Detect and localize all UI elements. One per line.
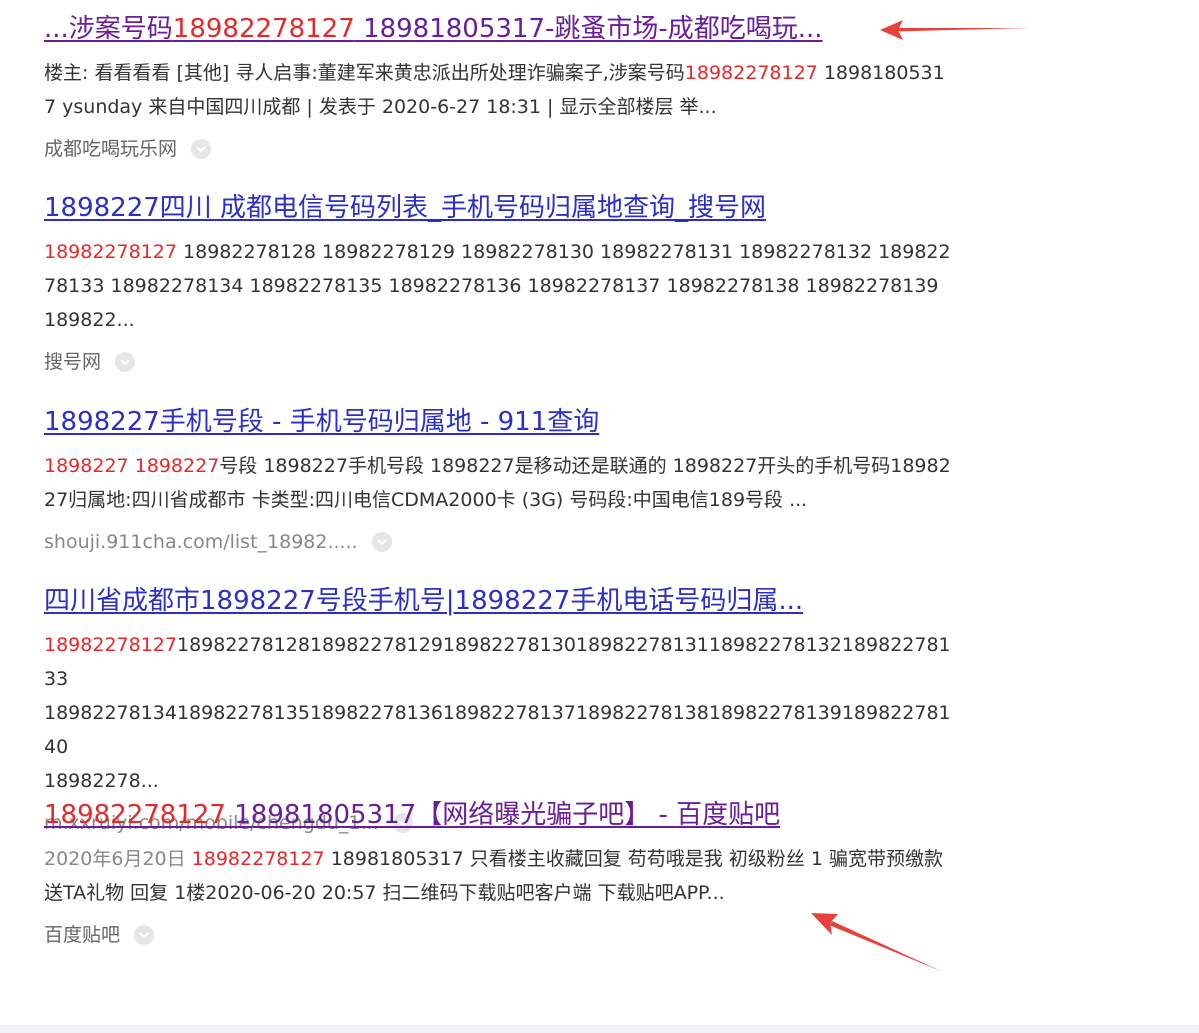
abstract-line: 1898227813418982278135189822781361898227… — [44, 702, 951, 758]
result-title-link[interactable]: ...涉案号码18982278127 18981805317-跳蚤市场-成都吃喝… — [44, 12, 954, 46]
title-prefix: ...涉案号码 — [44, 14, 173, 44]
result-title-link[interactable]: 1898227手机号段 - 手机号码归属地 - 911查询 — [44, 405, 954, 439]
result-title-link[interactable]: 1898227四川 成都电信号码列表_手机号码归属地查询_搜号网 — [44, 191, 954, 225]
result-source: 搜号网 — [44, 349, 954, 375]
result-title-link[interactable]: 四川省成都市1898227号段手机号|1898227手机电话号码归属... — [44, 584, 954, 618]
bottom-bar — [0, 1025, 1199, 1033]
abstract-text: 楼主: 看看看看 [其他] 寻人启事:董建军来黄忠派出所处理诈骗案子,涉案号码 — [44, 62, 685, 84]
result-abstract: 1898227812718982278128189822781291898227… — [44, 628, 954, 798]
source-menu-button[interactable] — [371, 532, 392, 552]
source-label: 百度贴吧 — [44, 924, 121, 946]
title-highlight: 18982278127 — [44, 800, 226, 830]
source-label: 成都吃喝玩乐网 — [44, 138, 178, 160]
source-menu-button[interactable] — [115, 352, 136, 372]
result-abstract: 楼主: 看看看看 [其他] 寻人启事:董建军来黄忠派出所处理诈骗案子,涉案号码1… — [44, 56, 954, 124]
search-result-5: 18982278127 18981805317【网络曝光骗子吧】 - 百度贴吧 … — [44, 798, 954, 948]
abstract-text: 1898227812818982278129189822781301898227… — [44, 634, 951, 690]
result-abstract: 2020年6月20日 18982278127 18981805317 只看楼主收… — [44, 842, 954, 910]
result-source: 百度贴吧 — [44, 922, 954, 948]
chevron-down-icon — [139, 932, 149, 939]
search-result-2: 1898227四川 成都电信号码列表_手机号码归属地查询_搜号网 1898227… — [44, 191, 954, 375]
title-highlight: 18982278127 — [172, 14, 355, 44]
result-source: shouji.911cha.com/list_18982..... — [44, 529, 954, 555]
chevron-down-icon — [120, 359, 130, 366]
abstract-line: 1898227812718982278128189822781291898227… — [44, 628, 954, 696]
abstract-line: 18982278... — [44, 770, 159, 792]
chevron-down-icon — [196, 146, 206, 153]
abstract-highlight: 18982278127 — [191, 848, 325, 870]
source-menu-button[interactable] — [191, 139, 212, 159]
abstract-text: 18982278128 18982278129 18982278130 1898… — [44, 241, 951, 331]
result-title-link[interactable]: 18982278127 18981805317【网络曝光骗子吧】 - 百度贴吧 — [44, 798, 954, 832]
abstract-highlight: 18982278127 — [44, 634, 177, 656]
result-abstract: 18982278127 18982278128 18982278129 1898… — [44, 235, 954, 337]
source-label: 搜号网 — [44, 351, 102, 373]
source-menu-button[interactable] — [134, 925, 155, 945]
chevron-down-icon — [376, 539, 387, 546]
source-url: shouji.911cha.com/list_18982..... — [44, 531, 358, 553]
title-suffix: 18981805317-跳蚤市场-成都吃喝玩... — [354, 14, 823, 44]
result-abstract: 1898227 1898227号段 1898227手机号段 1898227是移动… — [44, 449, 954, 517]
search-result-1: ...涉案号码18982278127 18981805317-跳蚤市场-成都吃喝… — [44, 12, 954, 162]
result-source: 成都吃喝玩乐网 — [44, 136, 954, 162]
abstract-highlight: 1898227 1898227 — [44, 455, 220, 477]
abstract-highlight: 18982278127 — [44, 241, 177, 263]
search-result-3: 1898227手机号段 - 手机号码归属地 - 911查询 1898227 18… — [44, 405, 954, 555]
title-text: 18981805317【网络曝光骗子吧】 - 百度贴吧 — [225, 800, 781, 830]
abstract-highlight: 18982278127 — [684, 62, 818, 84]
result-date: 2020年6月20日 — [44, 848, 186, 870]
